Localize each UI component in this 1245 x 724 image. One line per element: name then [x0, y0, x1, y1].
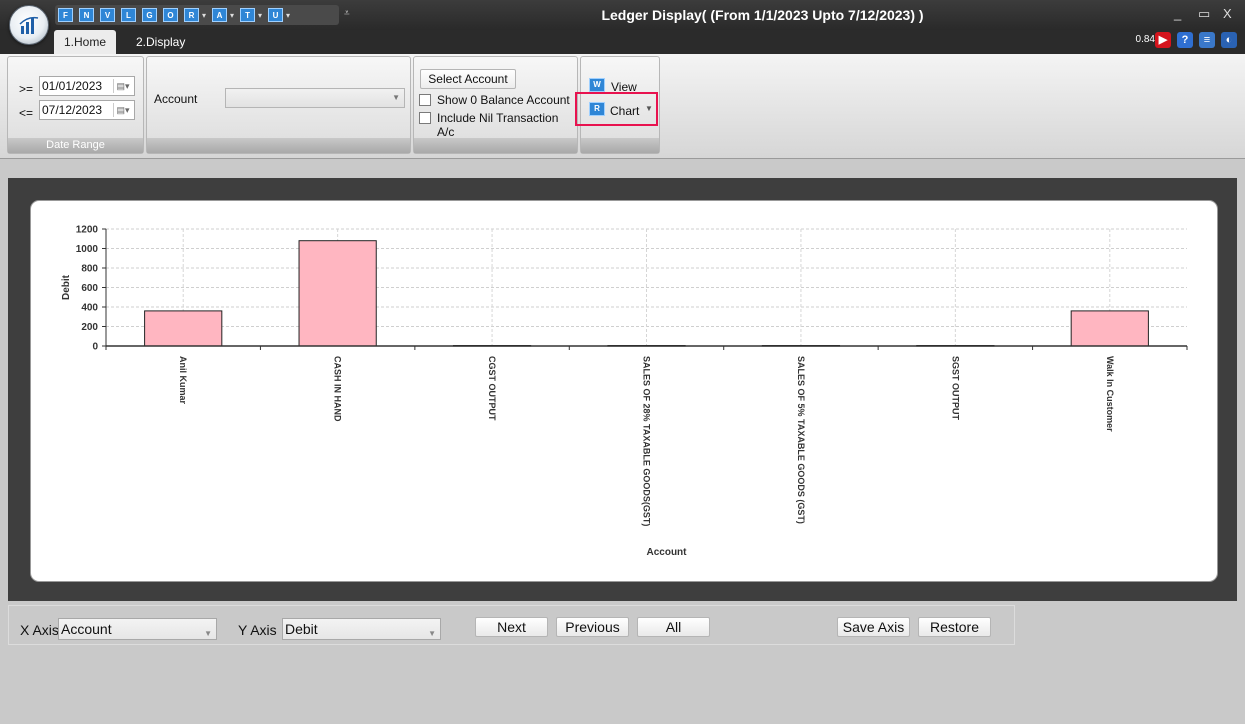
chevron-down-icon: ▼	[428, 629, 436, 638]
bar-6	[1070, 310, 1149, 347]
youtube-icon[interactable]: ▶	[1155, 32, 1171, 48]
y-tick-label: 800	[81, 264, 98, 275]
chart-container: 0 200 400 600 800 1000 1200 Anil Kumar CASH IN H…	[8, 178, 1237, 601]
account-select[interactable]: ▼	[225, 88, 405, 108]
info-icon[interactable]: ◐	[1221, 32, 1237, 48]
tab-display[interactable]: 2.Display	[136, 30, 185, 54]
x-axis-select[interactable]: Account ▼	[58, 618, 217, 640]
from-operator: >=	[19, 82, 34, 96]
account-options-group: Select Account Show 0 Balance Account In…	[413, 56, 578, 154]
date-range-group: >= 01/01/2023 ▤▾ <= 07/12/2023 ▤▾ Date R…	[7, 56, 144, 154]
y-tick-label: 1000	[76, 244, 99, 255]
chevron-down-icon: ▼	[204, 629, 212, 638]
previous-button[interactable]: Previous	[556, 617, 629, 637]
view-icon: W	[589, 78, 605, 92]
all-button[interactable]: All	[637, 617, 710, 637]
app-menu-button[interactable]	[9, 5, 49, 45]
calendar-icon[interactable]: ▤▾	[113, 103, 132, 117]
x-axis-title: Account	[647, 547, 688, 558]
to-operator: <=	[19, 106, 34, 120]
chevron-down-icon: ▼	[392, 93, 400, 102]
from-date-value: 01/01/2023	[42, 79, 103, 93]
select-account-button[interactable]: Select Account	[420, 69, 516, 89]
x-tick-label: Anil Kumar	[178, 356, 188, 405]
title-bar: F N V L G O R ▾ A ▾ T ▾ U ▾ ⩡ Ledger Display( (From 1…	[0, 0, 1245, 30]
help-icon[interactable]: ?	[1177, 32, 1193, 48]
chart-button-highlight	[575, 92, 658, 126]
to-date-value: 07/12/2023	[42, 103, 103, 117]
y-tick-label: 200	[81, 322, 98, 333]
x-tick-label: SGST OUTPUT	[950, 356, 960, 421]
x-tick-label: CASH IN HAND	[333, 356, 343, 422]
save-axis-button[interactable]: Save Axis	[837, 617, 910, 637]
account-group-caption	[147, 138, 410, 153]
y-tick-label: 1200	[76, 225, 99, 236]
bar-chart: 0 200 400 600 800 1000 1200 Anil Kumar CASH IN H…	[61, 225, 1188, 558]
x-axis-label: X Axis	[20, 622, 59, 638]
app-logo-icon	[19, 16, 39, 34]
from-date-field[interactable]: 01/01/2023 ▤▾	[39, 76, 135, 96]
y-tick-label: 400	[81, 303, 98, 314]
maximize-button[interactable]: ▭	[1198, 6, 1210, 22]
date-range-caption: Date Range	[8, 138, 143, 153]
show-zero-balance-label: Show 0 Balance Account	[437, 93, 570, 107]
y-axis-select[interactable]: Debit ▼	[282, 618, 441, 640]
account-label: Account	[154, 92, 198, 106]
x-tick-label: CGST OUTPUT	[487, 356, 497, 421]
chart-card: 0 200 400 600 800 1000 1200 Anil Kumar CASH IN H…	[30, 200, 1218, 582]
account-group: Account ▼	[146, 56, 411, 154]
restore-button[interactable]: Restore	[918, 617, 991, 637]
include-nil-checkbox[interactable]	[419, 112, 431, 124]
to-date-field[interactable]: 07/12/2023 ▤▾	[39, 100, 135, 120]
y-tick-label: 600	[81, 283, 98, 294]
y-axis-title: Debit	[61, 274, 72, 300]
close-button[interactable]: X	[1223, 6, 1232, 21]
zoom-level: 0.84	[1135, 34, 1155, 45]
y-tick-label: 0	[92, 342, 98, 353]
x-tick-label: SALES OF 28% TAXABLE GOODS(GST)	[642, 356, 652, 526]
minimize-button[interactable]: _	[1174, 6, 1181, 21]
account-options-caption	[414, 138, 577, 153]
view-group-caption	[581, 138, 659, 153]
x-tick-label: SALES OF 5% TAXABLE GOODS (GST)	[796, 356, 806, 524]
y-axis-label: Y Axis	[238, 622, 277, 638]
window-title: Ledger Display( (From 1/1/2023 Upto 7/12…	[601, 7, 924, 23]
tab-home[interactable]: 1.Home	[54, 30, 116, 54]
include-nil-label: Include Nil Transaction A/c	[437, 111, 559, 139]
ribbon-tab-bar: 1.Home 2.Display	[0, 30, 1245, 54]
calendar-icon[interactable]: ▤▾	[113, 79, 132, 93]
notes-icon[interactable]: ≡	[1199, 32, 1215, 48]
x-tick-label: Walk In Customer	[1105, 356, 1115, 432]
bar-1	[298, 240, 377, 347]
y-axis-value: Debit	[285, 621, 318, 637]
next-button[interactable]: Next	[475, 617, 548, 637]
bar-0	[144, 310, 223, 347]
x-axis-value: Account	[61, 621, 112, 637]
show-zero-balance-checkbox[interactable]	[419, 94, 431, 106]
